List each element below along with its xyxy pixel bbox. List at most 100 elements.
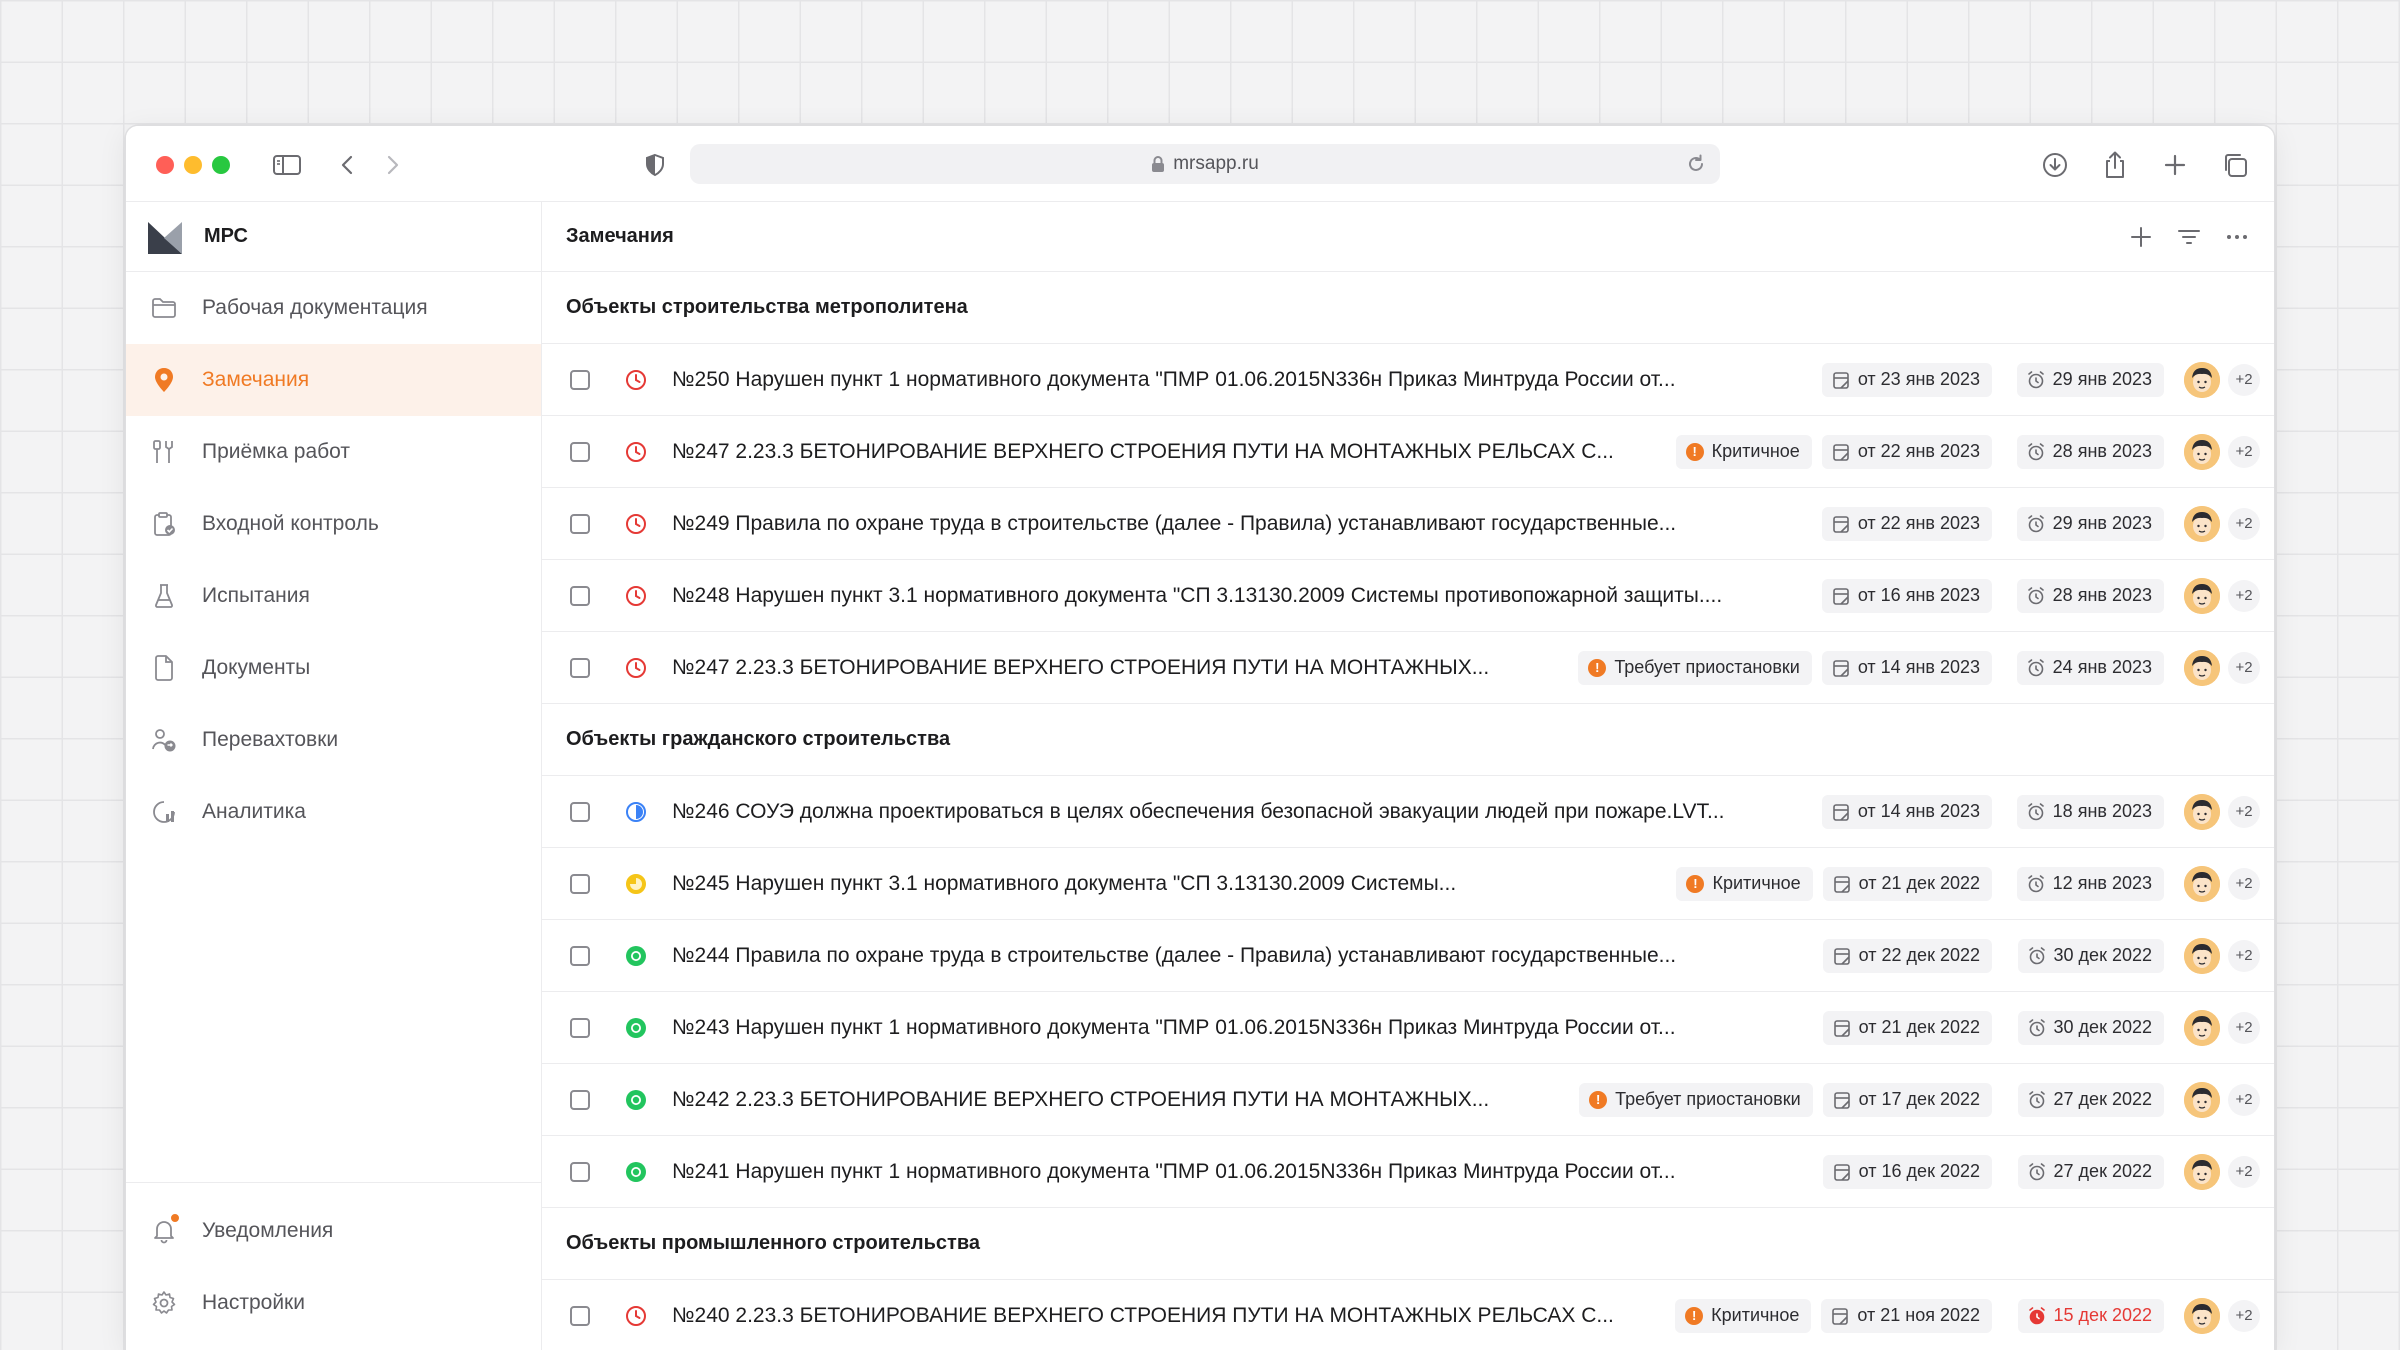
- remark-title[interactable]: №247 2.23.3 БЕТОНИРОВАНИЕ ВЕРХНЕГО СТРОЕ…: [672, 440, 1614, 464]
- alarm-clock-icon: [2027, 658, 2045, 678]
- new-tab-icon[interactable]: [2158, 148, 2192, 182]
- zoom-window-button[interactable]: [212, 156, 230, 174]
- forward-icon[interactable]: [376, 148, 410, 182]
- remark-row[interactable]: №242 2.23.3 БЕТОНИРОВАНИЕ ВЕРХНЕГО СТРОЕ…: [542, 1064, 2274, 1136]
- share-icon[interactable]: [2098, 148, 2132, 182]
- page-title: Замечания: [566, 225, 674, 247]
- remark-title[interactable]: №246 СОУЭ должна проектироваться в целях…: [672, 800, 1725, 824]
- add-remark-button[interactable]: [2124, 220, 2158, 254]
- filter-button[interactable]: [2172, 220, 2206, 254]
- row-checkbox[interactable]: [570, 945, 590, 966]
- row-checkbox[interactable]: [570, 1089, 590, 1110]
- sidebar-item-tests[interactable]: Испытания: [126, 560, 541, 632]
- remark-row[interactable]: №247 2.23.3 БЕТОНИРОВАНИЕ ВЕРХНЕГО СТРОЕ…: [542, 416, 2274, 488]
- avatar[interactable]: [2184, 1009, 2220, 1046]
- remark-row[interactable]: №246 СОУЭ должна проектироваться в целях…: [542, 776, 2274, 848]
- more-assignees-badge[interactable]: +2: [2228, 939, 2260, 972]
- more-assignees-badge[interactable]: +2: [2228, 1011, 2260, 1044]
- calendar-edit-icon: [1831, 1306, 1849, 1326]
- avatar[interactable]: [2184, 649, 2220, 686]
- more-options-button[interactable]: [2220, 220, 2254, 254]
- status-red-clock-icon: [624, 656, 648, 680]
- back-icon[interactable]: [330, 148, 364, 182]
- remark-row[interactable]: №244 Правила по охране труда в строитель…: [542, 920, 2274, 992]
- sidebar-item-label: Перевахтовки: [202, 728, 339, 751]
- row-checkbox[interactable]: [570, 1305, 590, 1326]
- more-assignees-badge[interactable]: +2: [2228, 579, 2260, 612]
- remark-title[interactable]: №244 Правила по охране труда в строитель…: [672, 944, 1676, 968]
- reload-icon[interactable]: [1686, 153, 1706, 181]
- minimize-window-button[interactable]: [184, 156, 202, 174]
- avatar[interactable]: [2184, 1081, 2220, 1118]
- remark-title[interactable]: №241 Нарушен пункт 1 нормативного докуме…: [672, 1160, 1676, 1184]
- row-checkbox[interactable]: [570, 513, 590, 534]
- brand[interactable]: МРС: [126, 202, 541, 272]
- remark-row[interactable]: №250 Нарушен пункт 1 нормативного докуме…: [542, 344, 2274, 416]
- row-checkbox[interactable]: [570, 1161, 590, 1182]
- sidebar-item-documents[interactable]: Документы: [126, 632, 541, 704]
- avatar[interactable]: [2184, 865, 2220, 902]
- remark-title[interactable]: №248 Нарушен пункт 3.1 нормативного доку…: [672, 584, 1722, 608]
- avatar[interactable]: [2184, 433, 2220, 470]
- remark-row[interactable]: №243 Нарушен пункт 1 нормативного докуме…: [542, 992, 2274, 1064]
- due-date: 28 янв 2023: [2052, 585, 2152, 605]
- address-bar[interactable]: mrsapp.ru: [690, 144, 1720, 184]
- sidebar-item-shift-change[interactable]: Перевахтовки: [126, 704, 541, 776]
- sidebar-toggle-icon[interactable]: [270, 148, 304, 182]
- sidebar-item-acceptance[interactable]: Приёмка работ: [126, 416, 541, 488]
- row-checkbox[interactable]: [570, 873, 590, 894]
- priority-badge: ! Критичное: [1675, 1298, 1812, 1333]
- sidebar-item-settings[interactable]: Настройки: [126, 1267, 541, 1339]
- row-checkbox[interactable]: [570, 369, 590, 390]
- remark-title[interactable]: №250 Нарушен пункт 1 нормативного докуме…: [672, 368, 1676, 392]
- remark-row[interactable]: №245 Нарушен пункт 3.1 нормативного доку…: [542, 848, 2274, 920]
- avatar[interactable]: [2184, 361, 2220, 398]
- download-icon[interactable]: [2038, 148, 2072, 182]
- remark-title[interactable]: №243 Нарушен пункт 1 нормативного докуме…: [672, 1016, 1676, 1040]
- more-assignees-badge[interactable]: +2: [2228, 1299, 2260, 1332]
- remark-row[interactable]: №240 2.23.3 БЕТОНИРОВАНИЕ ВЕРХНЕГО СТРОЕ…: [542, 1280, 2274, 1350]
- remark-row[interactable]: №247 2.23.3 БЕТОНИРОВАНИЕ ВЕРХНЕГО СТРОЕ…: [542, 632, 2274, 704]
- more-assignees-badge[interactable]: +2: [2228, 1155, 2260, 1188]
- due-date-badge: 27 дек 2022: [2017, 1154, 2164, 1189]
- avatar[interactable]: [2184, 937, 2220, 974]
- more-assignees-badge[interactable]: +2: [2228, 1083, 2260, 1116]
- avatar[interactable]: [2184, 577, 2220, 614]
- more-assignees-badge[interactable]: +2: [2228, 435, 2260, 468]
- avatar[interactable]: [2184, 1153, 2220, 1190]
- remark-row[interactable]: №248 Нарушен пункт 3.1 нормативного доку…: [542, 560, 2274, 632]
- row-checkbox[interactable]: [570, 441, 590, 462]
- avatar[interactable]: [2184, 793, 2220, 830]
- more-assignees-badge[interactable]: +2: [2228, 795, 2260, 828]
- due-date-badge: 29 янв 2023: [2016, 506, 2164, 541]
- alarm-clock-icon: [2027, 874, 2045, 894]
- row-checkbox[interactable]: [570, 1017, 590, 1038]
- remark-title[interactable]: №247 2.23.3 БЕТОНИРОВАНИЕ ВЕРХНЕГО СТРОЕ…: [672, 656, 1489, 680]
- more-assignees-badge[interactable]: +2: [2228, 651, 2260, 684]
- remark-title[interactable]: №240 2.23.3 БЕТОНИРОВАНИЕ ВЕРХНЕГО СТРОЕ…: [672, 1304, 1614, 1328]
- sidebar-item-input-control[interactable]: Входной контроль: [126, 488, 541, 560]
- more-assignees-badge[interactable]: +2: [2228, 507, 2260, 540]
- avatar[interactable]: [2184, 1297, 2220, 1334]
- sidebar-item-notifications[interactable]: Уведомления: [126, 1195, 541, 1267]
- remark-title[interactable]: №249 Правила по охране труда в строитель…: [672, 512, 1676, 536]
- row-checkbox[interactable]: [570, 585, 590, 606]
- tools-icon: [150, 438, 178, 466]
- remark-title[interactable]: №242 2.23.3 БЕТОНИРОВАНИЕ ВЕРХНЕГО СТРОЕ…: [672, 1088, 1489, 1112]
- row-checkbox[interactable]: [570, 801, 590, 822]
- row-checkbox[interactable]: [570, 657, 590, 678]
- sidebar-item-analytics[interactable]: Аналитика: [126, 776, 541, 848]
- sidebar-item-working-docs[interactable]: Рабочая документация: [126, 272, 541, 344]
- remark-title[interactable]: №245 Нарушен пункт 3.1 нормативного доку…: [672, 872, 1456, 896]
- more-assignees-badge[interactable]: +2: [2228, 363, 2260, 396]
- privacy-shield-icon[interactable]: [638, 148, 672, 182]
- remark-row[interactable]: №249 Правила по охране труда в строитель…: [542, 488, 2274, 560]
- tab-overview-icon[interactable]: [2218, 148, 2252, 182]
- more-assignees-badge[interactable]: +2: [2228, 867, 2260, 900]
- remark-row[interactable]: №241 Нарушен пункт 1 нормативного докуме…: [542, 1136, 2274, 1208]
- avatar[interactable]: [2184, 505, 2220, 542]
- alert-icon: !: [1686, 874, 1705, 893]
- close-window-button[interactable]: [156, 156, 174, 174]
- sidebar-item-remarks[interactable]: Замечания: [126, 344, 541, 416]
- due-date: 18 янв 2023: [2052, 801, 2152, 821]
